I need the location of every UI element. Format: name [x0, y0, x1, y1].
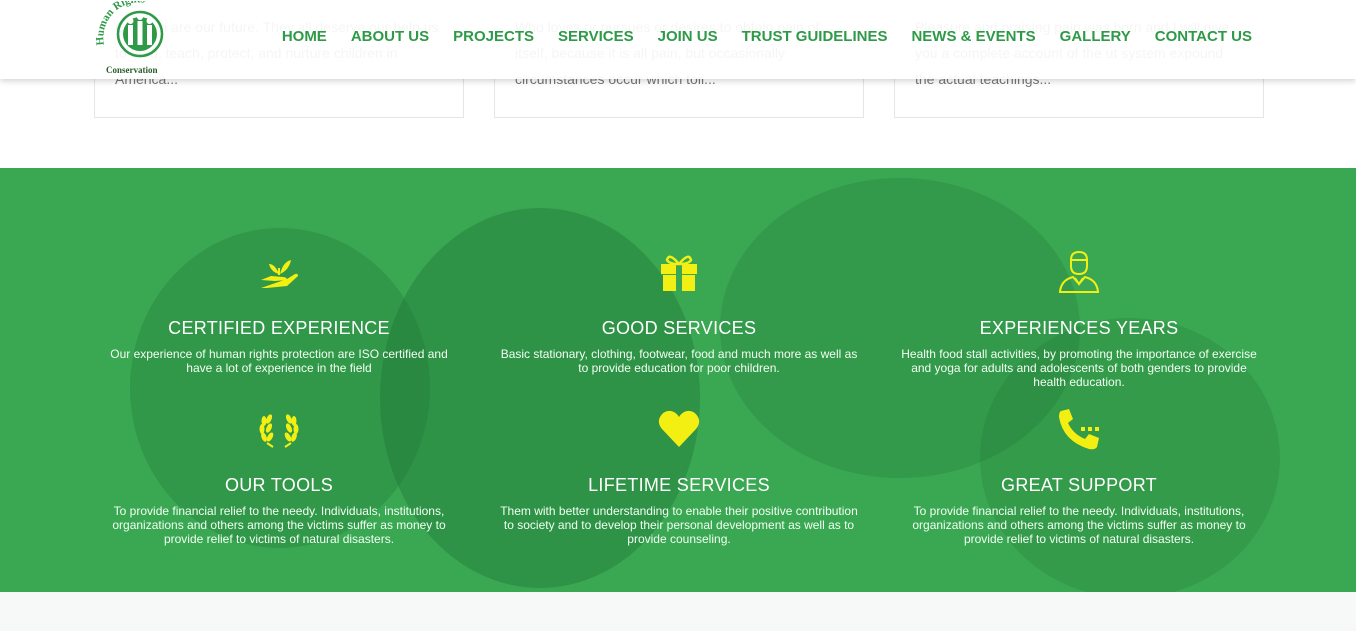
feature-certified-experience: CERTIFIED EXPERIENCE Our experience of h… [94, 250, 464, 375]
feature-text: Them with better understanding to enable… [500, 504, 858, 546]
main-nav: HOME ABOUT US PROJECTS SERVICES JOIN US … [258, 28, 1252, 45]
feature-good-services: GOOD SERVICES Basic stationary, clothing… [494, 250, 864, 375]
doctor-icon [1058, 250, 1100, 293]
feature-title: OUR TOOLS [224, 475, 334, 495]
nav-news-events[interactable]: NEWS & EVENTS [911, 28, 1035, 45]
feature-text: Health food stall activities, by promoti… [901, 347, 1257, 389]
site-header: Human Rights Conservation HOME ABOUT US … [0, 0, 1356, 79]
feature-experiences-years: EXPERIENCES YEARS Health food stall acti… [894, 250, 1264, 389]
feature-lifetime-services: LIFETIME SERVICES Them with better under… [494, 407, 864, 546]
nav-home[interactable]: HOME [282, 28, 327, 45]
feature-title: LIFETIME SERVICES [588, 475, 770, 495]
features-section: CERTIFIED EXPERIENCE Our experience of h… [0, 168, 1356, 592]
laurel-icon [259, 414, 299, 448]
nav-trust-guidelines[interactable]: TRUST GUIDELINES [742, 28, 888, 45]
feature-text: To provide financial relief to the needy… [912, 504, 1246, 546]
feature-title: EXPERIENCES YEARS [979, 318, 1179, 338]
svg-text:Conservation: Conservation [106, 65, 158, 75]
feature-title: GOOD SERVICES [601, 318, 757, 338]
feature-great-support: GREAT SUPPORT To provide financial relie… [894, 407, 1264, 546]
feature-title: GREAT SUPPORT [1001, 475, 1157, 495]
nav-projects[interactable]: PROJECTS [453, 28, 534, 45]
next-section [0, 592, 1356, 631]
nav-gallery[interactable]: GALLERY [1060, 28, 1131, 45]
feature-our-tools: OUR TOOLS To provide financial relief to… [94, 407, 464, 546]
nav-services[interactable]: SERVICES [558, 28, 634, 45]
phone-icon [1059, 409, 1099, 450]
feature-text: Basic stationary, clothing, footwear, fo… [500, 347, 858, 375]
heart-icon [658, 410, 700, 447]
feature-text: To provide financial relief to the needy… [112, 504, 446, 546]
feature-title: CERTIFIED EXPERIENCE [168, 318, 390, 338]
feature-text: Our experience of human rights protectio… [110, 347, 448, 375]
gift-icon [661, 255, 697, 291]
nav-contact-us[interactable]: CONTACT US [1155, 28, 1252, 45]
hand-plant-icon [261, 260, 298, 288]
site-logo[interactable]: Human Rights Conservation [94, 0, 186, 76]
nav-join-us[interactable]: JOIN US [658, 28, 718, 45]
nav-about-us[interactable]: ABOUT US [351, 28, 429, 45]
